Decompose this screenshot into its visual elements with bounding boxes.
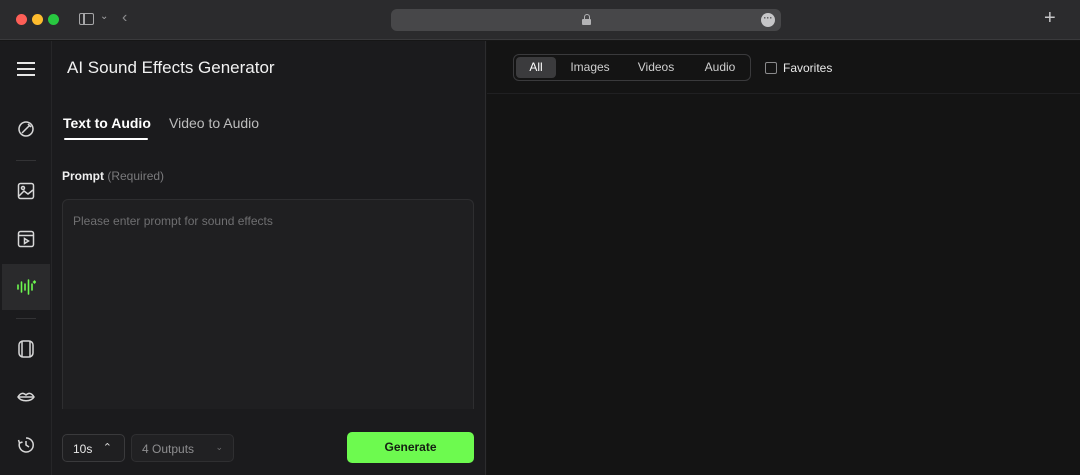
- browser-toolbar: ⌄ ‹ ··· +: [0, 0, 1080, 40]
- generate-button[interactable]: Generate: [347, 432, 474, 463]
- history-icon: [17, 437, 34, 453]
- chevron-up-icon: ⌃: [102, 442, 112, 454]
- image-icon: [17, 182, 35, 200]
- tab-text-to-audio[interactable]: Text to Audio: [63, 115, 151, 131]
- duration-select[interactable]: 10s ⌃: [62, 434, 125, 462]
- rail-item-lipsync[interactable]: [2, 374, 50, 420]
- filter-group: All Images Videos Audio: [513, 54, 751, 81]
- results-area: All Images Videos Audio Favorites: [487, 41, 1080, 475]
- prompt-box: [62, 199, 474, 409]
- prompt-required-text: (Required): [107, 169, 165, 183]
- rail-item-image[interactable]: [2, 168, 50, 214]
- prompt-label: Prompt (Required): [62, 169, 164, 183]
- rail-item-history[interactable]: [2, 422, 50, 468]
- active-tab-indicator: [64, 138, 148, 140]
- sidebar-toggle-icon[interactable]: [79, 13, 94, 25]
- chevron-down-icon: ⌄: [215, 442, 223, 452]
- rail-divider: [16, 318, 36, 319]
- app-window: AI Sound Effects Generator Text to Audio…: [0, 41, 1080, 475]
- avatar-icon: [18, 340, 34, 358]
- prompt-input[interactable]: [63, 200, 473, 409]
- favorites-label[interactable]: Favorites: [783, 61, 832, 75]
- results-toolbar: All Images Videos Audio Favorites: [487, 41, 1080, 94]
- left-rail: [0, 41, 52, 475]
- filter-images[interactable]: Images: [560, 57, 620, 78]
- address-bar[interactable]: ···: [391, 9, 781, 31]
- hamburger-menu-icon: [17, 62, 35, 76]
- menu-button[interactable]: [2, 46, 50, 92]
- rail-divider: [16, 160, 36, 161]
- chevron-down-icon[interactable]: ⌄: [100, 11, 108, 22]
- outputs-select[interactable]: 4 Outputs ⌄: [131, 434, 234, 462]
- generator-panel: AI Sound Effects Generator Text to Audio…: [52, 41, 486, 475]
- rail-item-avatar[interactable]: [2, 326, 50, 372]
- prompt-label-text: Prompt: [62, 169, 104, 183]
- page-title: AI Sound Effects Generator: [67, 58, 275, 77]
- sound-wave-icon: [17, 279, 36, 295]
- new-tab-icon[interactable]: +: [1044, 8, 1056, 28]
- filter-videos[interactable]: Videos: [626, 57, 686, 78]
- filter-all[interactable]: All: [516, 57, 556, 78]
- zoom-window-button[interactable]: [48, 14, 59, 25]
- lock-icon: [582, 14, 591, 25]
- favorites-checkbox[interactable]: [765, 62, 777, 74]
- lips-icon: [17, 392, 35, 402]
- rail-item-edit[interactable]: [2, 106, 50, 152]
- minimize-window-button[interactable]: [32, 14, 43, 25]
- back-arrow-icon[interactable]: ‹: [122, 9, 127, 27]
- edit-icon: [18, 121, 34, 137]
- outputs-value: 4 Outputs: [142, 442, 195, 456]
- video-icon: [17, 230, 35, 248]
- rail-item-video[interactable]: [2, 216, 50, 262]
- rail-item-audio[interactable]: [2, 264, 50, 310]
- filter-audio[interactable]: Audio: [692, 57, 748, 78]
- tab-video-to-audio[interactable]: Video to Audio: [169, 115, 259, 131]
- more-icon[interactable]: ···: [761, 13, 775, 27]
- duration-value: 10s: [73, 442, 93, 456]
- close-window-button[interactable]: [16, 14, 27, 25]
